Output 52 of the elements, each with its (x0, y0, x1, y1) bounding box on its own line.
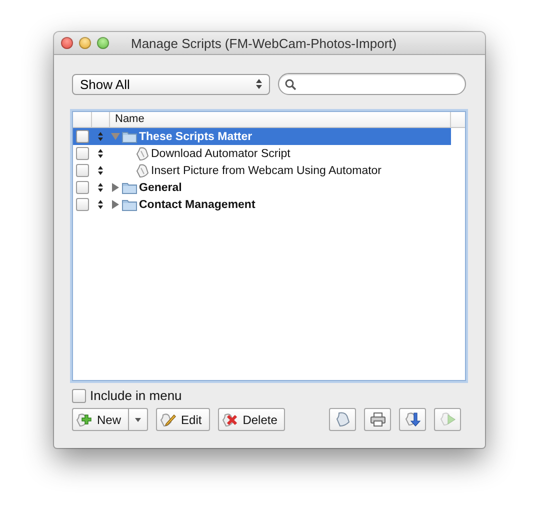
down-arrow-script-icon (404, 412, 421, 427)
reorder-handle-icon[interactable] (98, 183, 103, 192)
delete-script-icon (222, 412, 238, 426)
tree-row[interactable]: These Scripts Matter (73, 128, 451, 145)
caret-icon (135, 418, 142, 422)
search-field[interactable] (278, 73, 466, 95)
tree-row[interactable]: Insert Picture from Webcam Using Automator (73, 162, 451, 179)
checkbox[interactable] (76, 164, 89, 177)
script-button[interactable] (329, 408, 356, 431)
delete-button[interactable]: Delete (218, 408, 286, 431)
tree-row[interactable]: Download Automator Script (73, 145, 451, 162)
chevron-updown-icon (256, 79, 262, 89)
checkbox[interactable] (72, 388, 86, 402)
tree-item-label: Insert Picture from Webcam Using Automator (151, 164, 382, 176)
tree-item-label: General (139, 182, 182, 194)
checkbox[interactable] (76, 130, 89, 143)
filter-dropdown[interactable]: Show All (72, 74, 270, 94)
script-icon (334, 412, 351, 427)
reorder-handle-icon[interactable] (98, 149, 103, 158)
zoom-button[interactable] (97, 37, 109, 49)
tree-row[interactable]: Contact Management (73, 196, 451, 213)
minimize-button[interactable] (79, 37, 91, 49)
folder-icon (122, 130, 137, 142)
checkbox[interactable] (76, 198, 89, 211)
pencil-script-icon (160, 412, 176, 426)
checkbox[interactable] (76, 147, 89, 160)
tree-item-label: Download Automator Script (151, 148, 290, 160)
folder-icon (122, 198, 137, 210)
disclosure-triangle-icon[interactable] (111, 183, 120, 192)
folder-icon (122, 182, 137, 194)
new-menu-button[interactable] (128, 408, 148, 431)
new-button[interactable]: New (72, 408, 128, 431)
print-button[interactable] (364, 408, 392, 431)
script-icon (136, 164, 149, 178)
reorder-handle-icon[interactable] (98, 132, 103, 141)
checkbox[interactable] (76, 181, 89, 194)
tree-row[interactable]: General (73, 179, 451, 196)
edit-button[interactable]: Edit (156, 408, 210, 431)
window-title: Manage Scripts (FM-WebCam-Photos-Import) (131, 36, 397, 50)
reorder-handle-icon[interactable] (98, 166, 103, 175)
script-icon (136, 146, 149, 160)
reorder-handle-icon[interactable] (98, 200, 103, 209)
printer-icon (370, 412, 386, 427)
checkbox-label: Include in menu (90, 388, 182, 403)
tree-item-label: These Scripts Matter (139, 130, 252, 142)
disclosure-triangle-icon[interactable] (111, 200, 120, 209)
search-icon (285, 78, 296, 90)
add-script-icon (76, 412, 92, 426)
play-script-icon (440, 412, 456, 427)
tree-item-label: Contact Management (139, 198, 256, 210)
close-button[interactable] (61, 37, 73, 49)
import-button[interactable] (399, 408, 426, 431)
